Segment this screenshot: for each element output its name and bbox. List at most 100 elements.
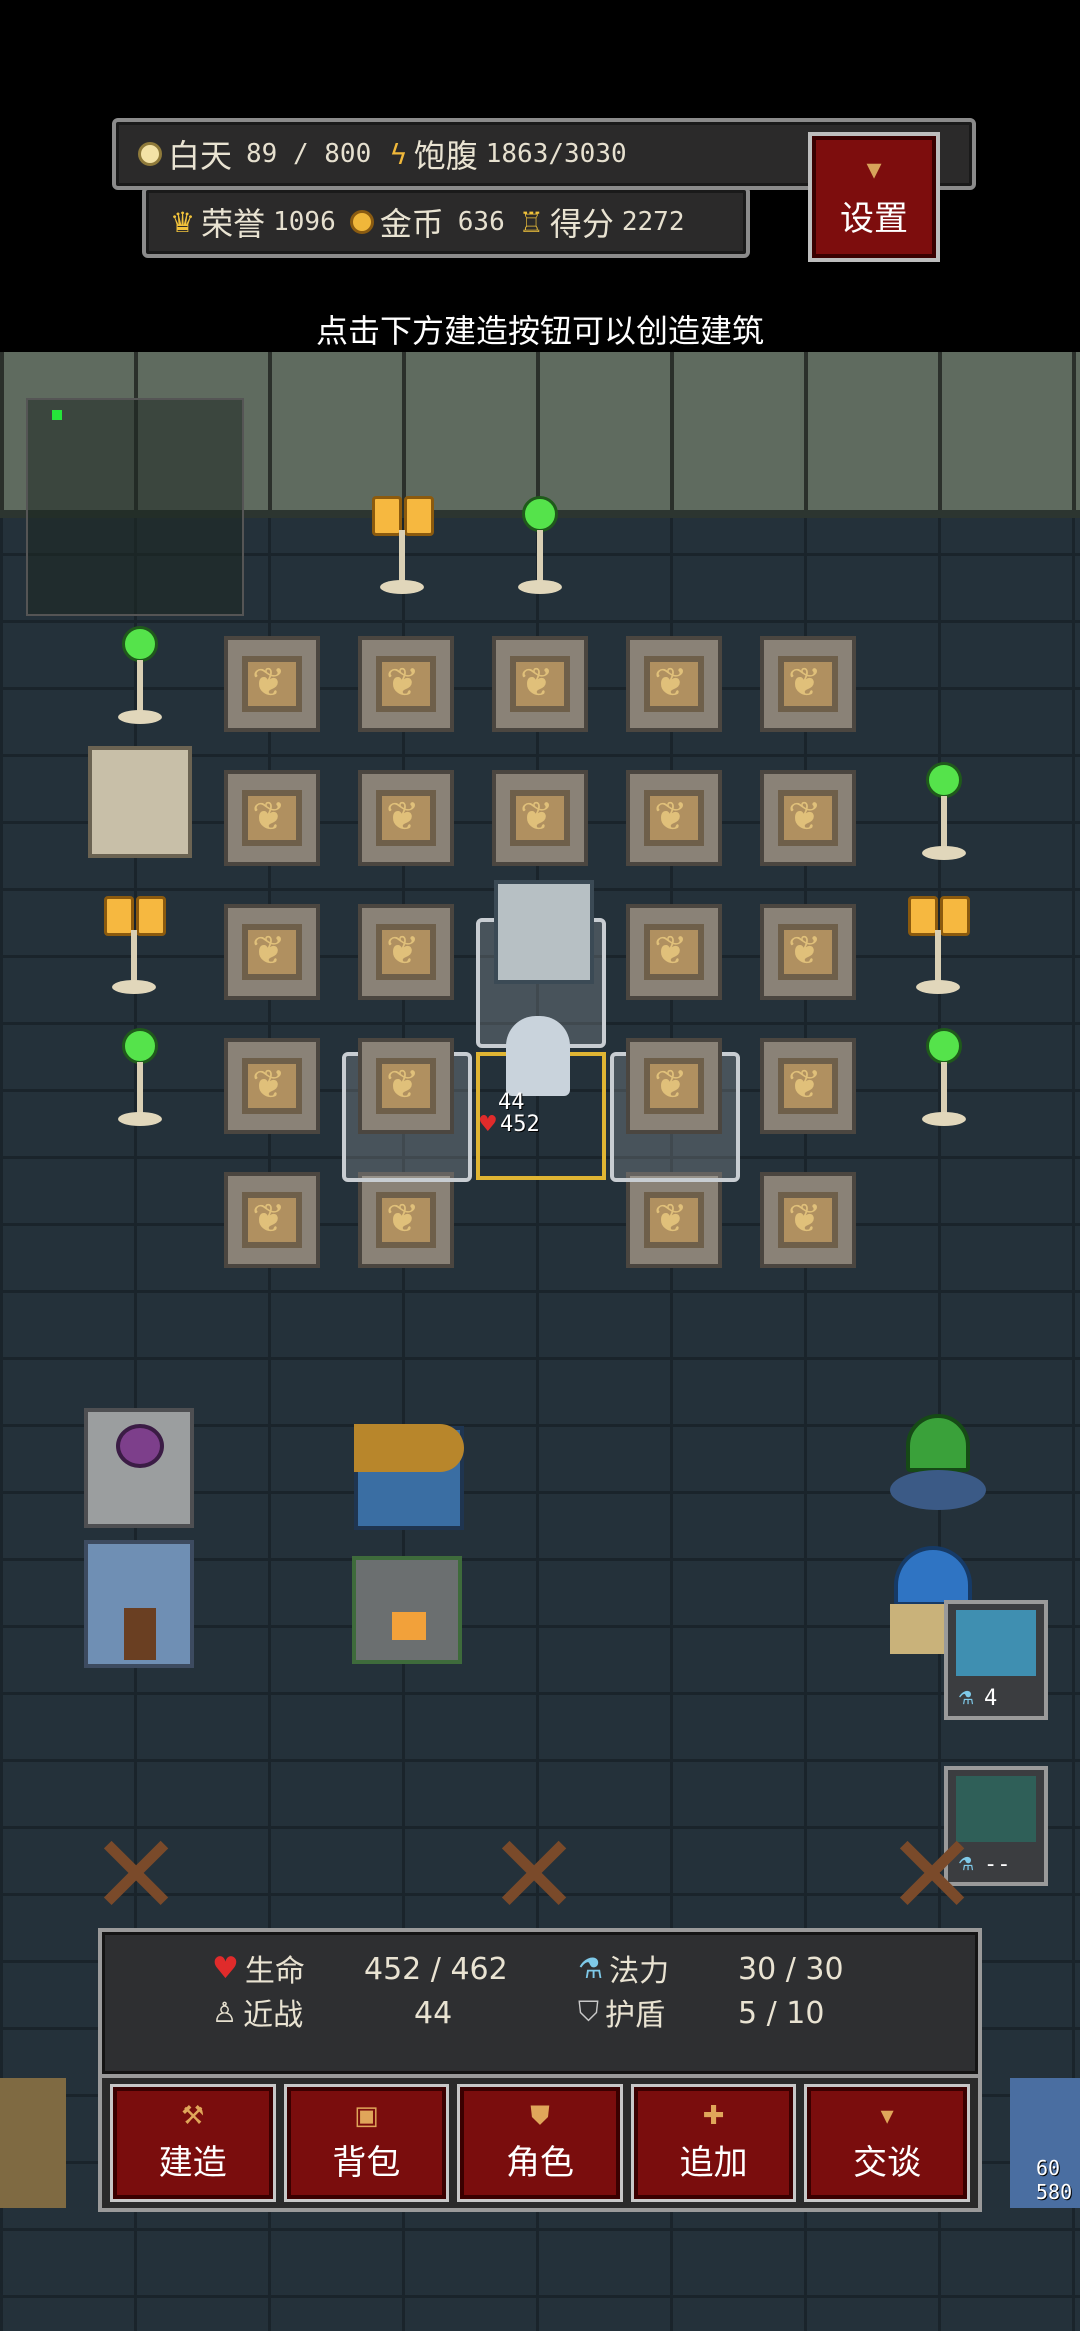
action-bar: ⚒ 建造 ▣ 背包 ⛊ 角色 ✚ 追加 ▾ 交谈	[98, 2078, 982, 2212]
settings-label: 设置	[840, 198, 908, 239]
house-building[interactable]	[84, 1540, 194, 1668]
portal-building[interactable]	[84, 1408, 194, 1528]
honor-label: 荣誉	[201, 205, 266, 243]
talk-button[interactable]: ▾ 交谈	[804, 2084, 970, 2202]
farm-plot[interactable]: ❦	[626, 770, 722, 866]
shield-icon: ⛉	[578, 1995, 600, 2028]
edge-unit-hp: 580	[1036, 2180, 1073, 2204]
skill-count: --	[984, 1852, 1011, 1877]
farm-plot[interactable]: ❦	[760, 1172, 856, 1268]
build-hint-text: 点击下方建造按钮可以创造建筑	[315, 312, 764, 350]
stats-panel: ♥ 生命 452 / 462 ⚗ 法力 30 / 30 ♙ 近战 44 ⛉ 护盾…	[98, 1928, 982, 2078]
hunger-value: 1863/3030	[485, 139, 627, 169]
green-lamp[interactable]	[914, 1028, 974, 1138]
bag-label: 背包	[332, 2142, 401, 2183]
gold-label: 金币	[379, 205, 444, 243]
edge-building-left[interactable]	[0, 2078, 66, 2208]
farm-plot[interactable]: ❦	[358, 770, 454, 866]
farm-plot[interactable]: ❦	[626, 636, 722, 732]
barricade[interactable]: ✕	[488, 1820, 580, 1930]
day-label: 白天	[168, 137, 233, 175]
minimap-player-dot	[52, 410, 62, 420]
melee-value: 44	[414, 1996, 453, 2031]
hp-value: 452 / 462	[364, 1952, 508, 1987]
character-button[interactable]: ⛊ 角色	[457, 2084, 623, 2202]
farm-plot[interactable]: ❦	[492, 770, 588, 866]
green-lamp[interactable]	[510, 496, 570, 606]
melee-label: 近战	[243, 1998, 304, 2033]
farm-plot[interactable]: ❦	[626, 904, 722, 1000]
candelabra[interactable]	[372, 496, 434, 606]
farm-plot[interactable]: ❦	[358, 636, 454, 732]
heart-icon: ♥	[478, 1112, 498, 1137]
farm-plot[interactable]: ❦	[626, 1038, 722, 1134]
heart-icon: ♥	[212, 1950, 239, 1986]
farm-plot[interactable]: ❦	[626, 1172, 722, 1268]
shield-badge-icon: ⛊	[530, 2100, 550, 2131]
trophy-icon: ♖	[518, 205, 544, 239]
green-dome-tower[interactable]	[886, 1414, 990, 1532]
farm-plot[interactable]: ❦	[358, 904, 454, 1000]
candelabra[interactable]	[908, 896, 970, 1006]
hunger-icon: ϟ	[389, 137, 408, 171]
barricade[interactable]: ✕	[886, 1820, 978, 1930]
hp-label: 生命	[244, 1954, 305, 1989]
talk-label: 交谈	[853, 2142, 922, 2183]
green-lamp[interactable]	[914, 762, 974, 872]
honor-value: 1096	[273, 207, 336, 237]
score-label: 得分	[549, 205, 614, 243]
farm-plot[interactable]: ❦	[358, 1172, 454, 1268]
sword-icon: ♙	[212, 1995, 238, 2029]
hero-hp: 452	[500, 1112, 540, 1137]
farm-plot[interactable]: ❦	[358, 1038, 454, 1134]
green-lamp[interactable]	[110, 626, 170, 736]
farm-plot[interactable]: ❦	[224, 636, 320, 732]
settings-icon: ▾	[866, 151, 882, 187]
workbench-building[interactable]	[494, 880, 594, 984]
character-label: 角色	[505, 2142, 574, 2183]
lightning-skill-slot[interactable]: ⚗ 4	[944, 1600, 1048, 1720]
farm-plot[interactable]: ❦	[224, 904, 320, 1000]
minimap[interactable]	[26, 398, 244, 616]
farm-plot[interactable]: ❦	[760, 770, 856, 866]
bag-button[interactable]: ▣ 背包	[283, 2084, 450, 2202]
edge-unit-attack: 60	[1036, 2156, 1061, 2180]
hunger-label: 饱腹	[413, 137, 478, 175]
farm-plot[interactable]: ❦	[760, 636, 856, 732]
score-value: 2272	[621, 207, 685, 237]
farm-plot[interactable]: ❦	[224, 1172, 320, 1268]
build-label: 建造	[158, 2142, 227, 2183]
farm-plot[interactable]: ❦	[760, 1038, 856, 1134]
shield-label: 护盾	[605, 1998, 666, 2033]
altar-building[interactable]	[88, 746, 192, 858]
add-button[interactable]: ✚ 追加	[630, 2084, 797, 2202]
hammer-icon: ⚒	[181, 2100, 205, 2131]
settings-button[interactable]: ▾ 设置	[808, 132, 940, 262]
mana-flask-icon: ⚗	[958, 1688, 975, 1709]
sun-icon	[138, 142, 162, 166]
hero-character[interactable]	[506, 1016, 570, 1096]
gold-coin-icon	[349, 210, 374, 234]
day-value: 89 / 800	[246, 139, 372, 169]
furnace-building[interactable]	[352, 1556, 462, 1664]
farm-plot[interactable]: ❦	[492, 636, 588, 732]
candelabra[interactable]	[104, 896, 166, 1006]
farm-plot[interactable]: ❦	[224, 770, 320, 866]
lightning-icon	[956, 1610, 1036, 1676]
barricade[interactable]: ✕	[90, 1820, 182, 1930]
plus-icon: ✚	[702, 2100, 725, 2131]
build-button[interactable]: ⚒ 建造	[110, 2084, 276, 2202]
farm-plot[interactable]: ❦	[224, 1038, 320, 1134]
mana-flask-icon: ⚗	[578, 1951, 604, 1985]
boat-workshop[interactable]	[354, 1424, 464, 1530]
hud-resource-bar: ♛ 荣誉 1096 金币 636 ♖ 得分 2272	[142, 186, 750, 258]
add-label: 追加	[679, 2142, 748, 2183]
mana-label: 法力	[609, 1954, 670, 1989]
skill-count: 4	[984, 1686, 998, 1711]
farm-plot[interactable]: ❦	[760, 904, 856, 1000]
shield-value: 5 / 10	[738, 1996, 825, 2031]
mana-value: 30 / 30	[738, 1952, 844, 1987]
crown-icon: ♛	[170, 205, 196, 239]
green-lamp[interactable]	[110, 1028, 170, 1138]
bag-icon: ▣	[354, 2100, 379, 2131]
